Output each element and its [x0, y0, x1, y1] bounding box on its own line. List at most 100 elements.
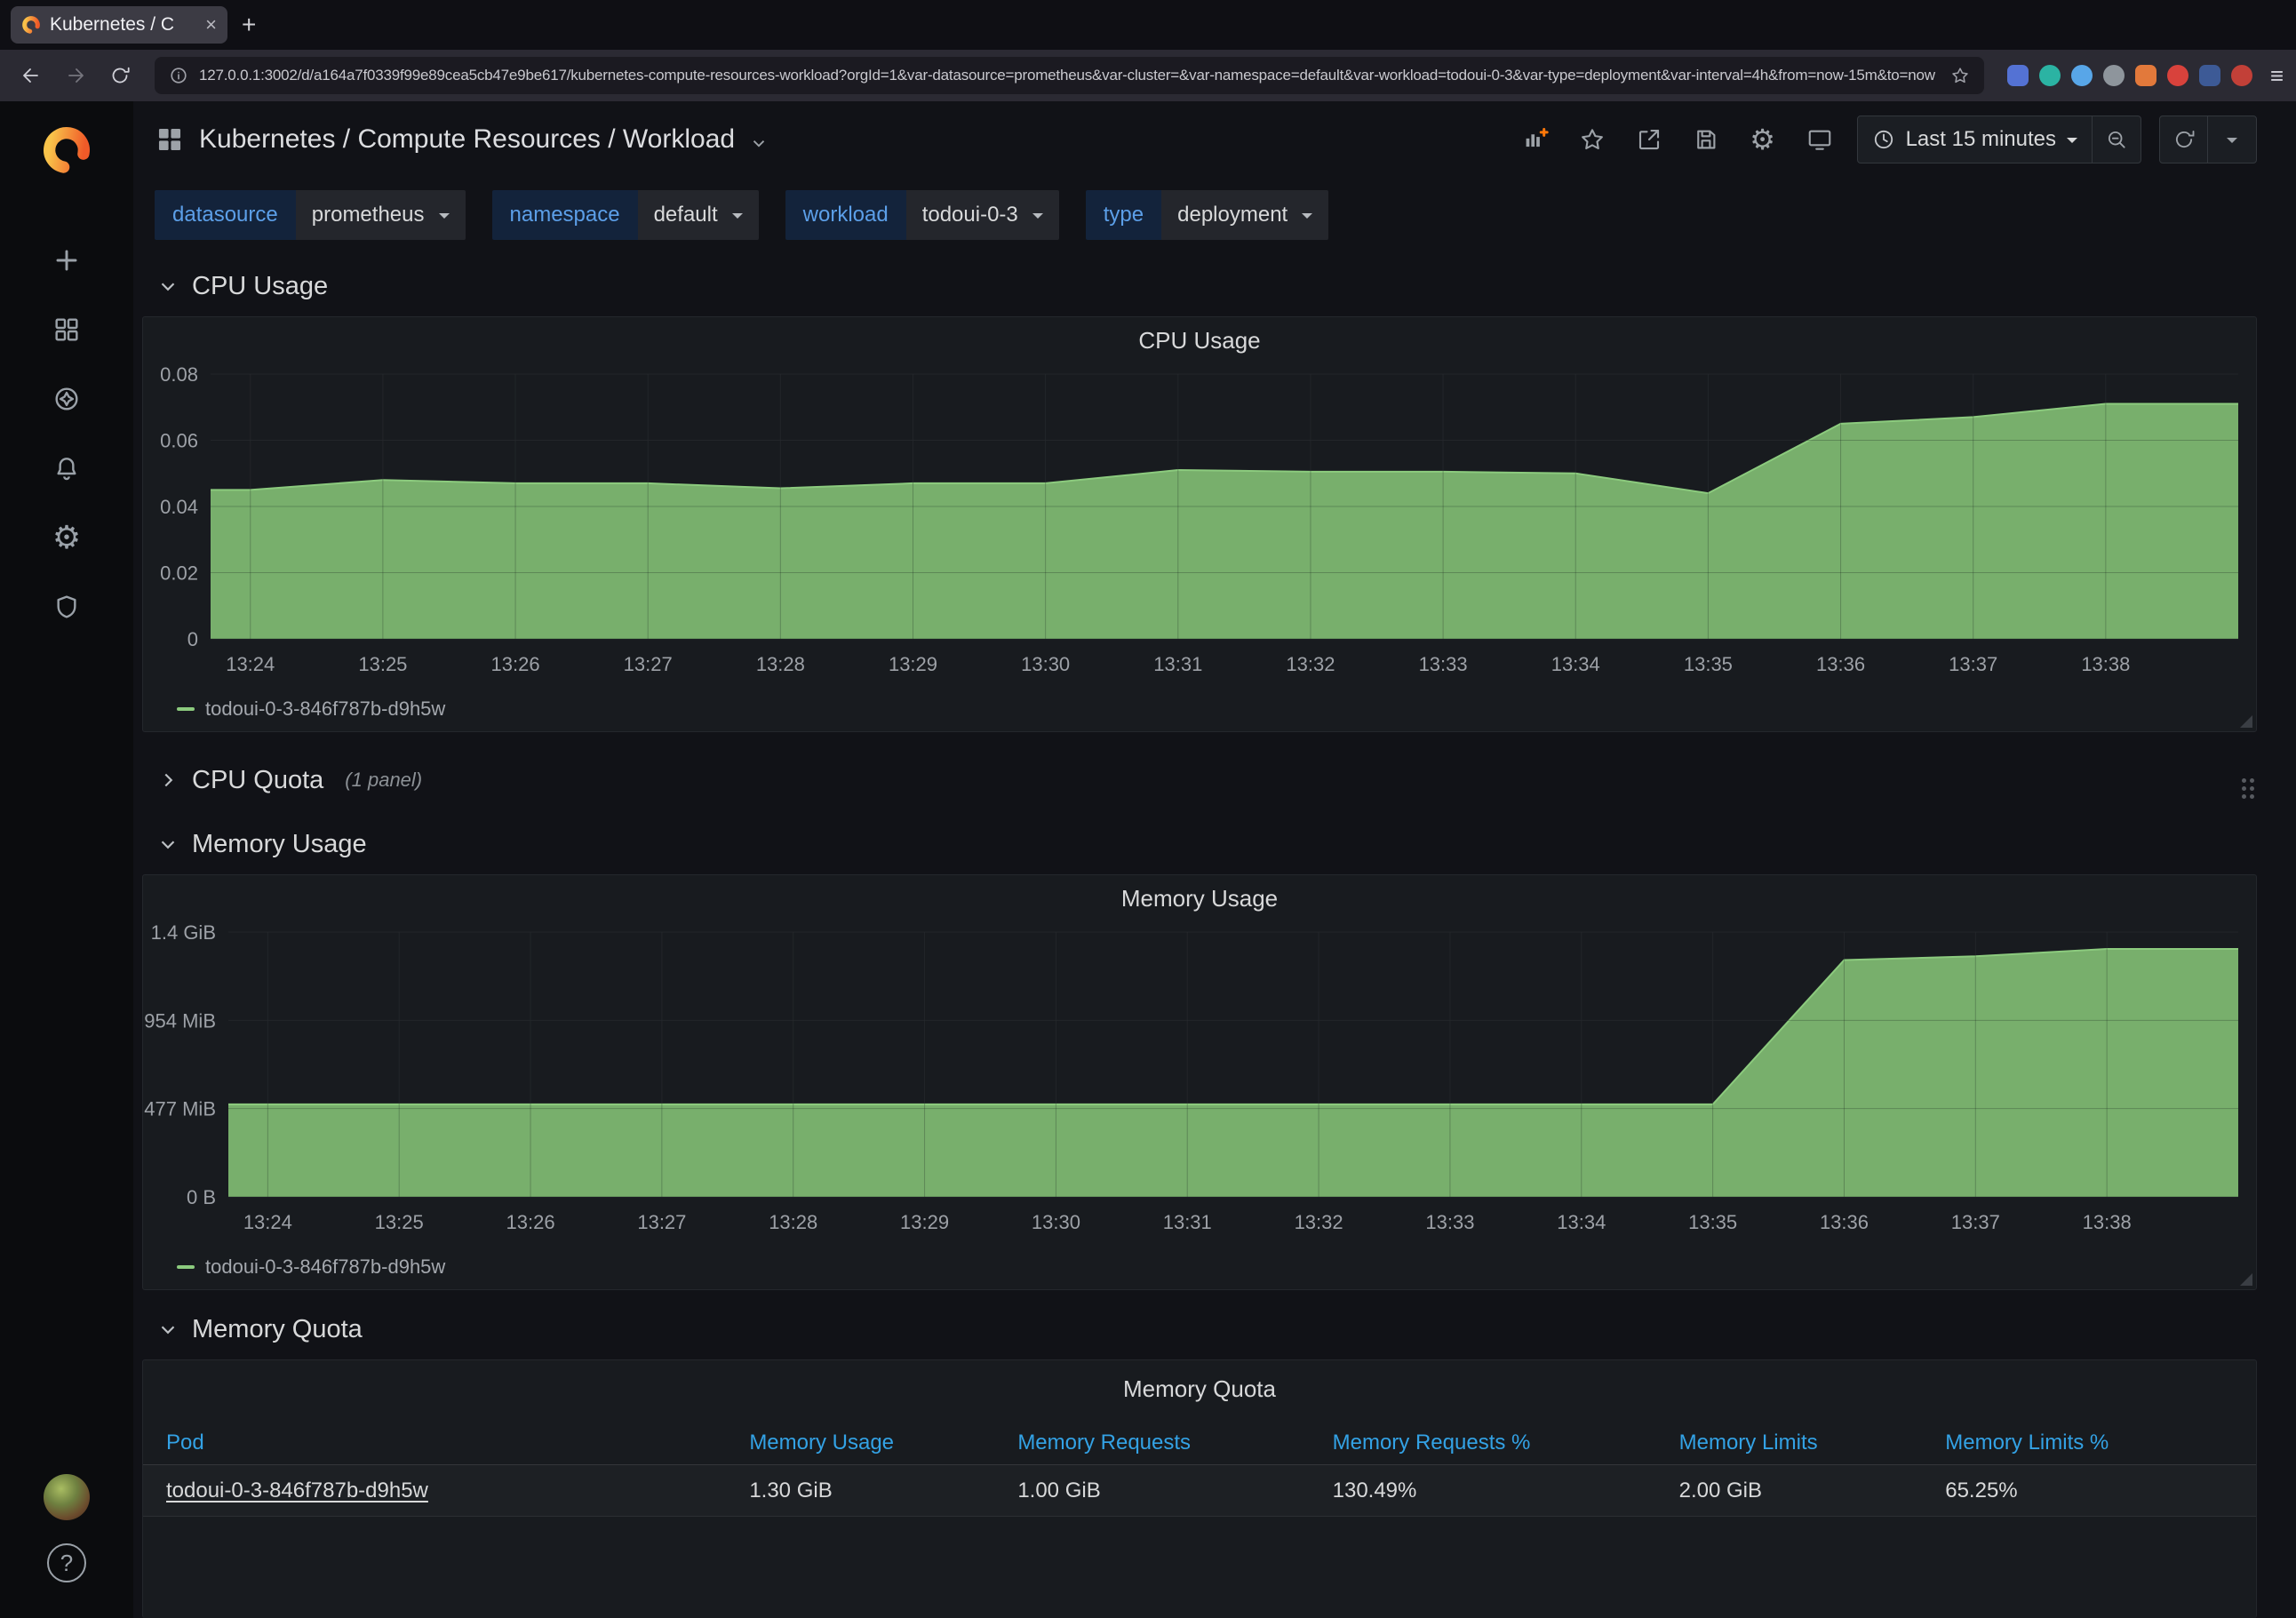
extension-icon[interactable] — [2103, 65, 2125, 86]
drag-handle-icon[interactable] — [2242, 778, 2246, 783]
forward-button[interactable] — [57, 57, 94, 94]
zoom-out-button[interactable] — [2093, 116, 2141, 163]
table-cell-memory-requests-pct: 130.49% — [1310, 1465, 1656, 1517]
sidebar-alerting-bell-icon[interactable] — [0, 434, 133, 503]
refresh-group — [2159, 116, 2257, 163]
time-range-picker[interactable]: Last 15 minutes — [1858, 116, 2093, 163]
reload-button[interactable] — [101, 57, 139, 94]
svg-text:13:26: 13:26 — [506, 1211, 555, 1233]
svg-text:13:37: 13:37 — [1949, 653, 1997, 675]
variable-value-dropdown[interactable]: prometheus — [296, 190, 466, 240]
save-button[interactable] — [1686, 120, 1726, 159]
grafana-logo[interactable] — [41, 124, 92, 176]
url-bar[interactable]: 127.0.0.1:3002/d/a164a7f0339f99e89cea5cb… — [155, 57, 1984, 94]
memory-usage-chart[interactable]: 0 B477 MiB954 MiB1.4 GiB13:2413:2513:261… — [143, 921, 2256, 1247]
variable-label: type — [1086, 190, 1161, 240]
section-cpu-quota[interactable]: CPU Quota (1 panel) — [142, 755, 2257, 805]
user-avatar[interactable] — [44, 1474, 90, 1520]
cpu-usage-panel[interactable]: CPU Usage 00.020.040.060.0813:2413:2513:… — [142, 316, 2257, 732]
share-button[interactable] — [1630, 120, 1669, 159]
legend-series-name[interactable]: todoui-0-3-846f787b-d9h5w — [205, 697, 445, 721]
tab-close-icon[interactable]: × — [205, 13, 217, 36]
caret-down-icon — [2067, 138, 2077, 148]
extension-icon[interactable] — [2135, 65, 2156, 86]
column-header-memory-limits[interactable]: Memory Limits — [1656, 1421, 1923, 1465]
legend-series-name[interactable]: todoui-0-3-846f787b-d9h5w — [205, 1255, 445, 1279]
sidebar-create-icon[interactable] — [0, 226, 133, 295]
caret-down-icon — [1302, 213, 1312, 224]
sidebar-admin-shield-icon[interactable] — [0, 572, 133, 642]
memory-usage-panel[interactable]: Memory Usage 0 B477 MiB954 MiB1.4 GiB13:… — [142, 874, 2257, 1290]
browser-tab[interactable]: Kubernetes / C × — [11, 6, 227, 44]
time-picker-group: Last 15 minutes — [1857, 116, 2141, 163]
chart-legend[interactable]: todoui-0-3-846f787b-d9h5w — [143, 689, 2256, 729]
panel-resize-handle[interactable] — [2240, 715, 2252, 728]
panel-resize-handle[interactable] — [2240, 1273, 2252, 1286]
svg-text:954 MiB: 954 MiB — [144, 1009, 216, 1032]
cycle-view-button[interactable] — [1800, 120, 1839, 159]
caret-down-icon — [1032, 213, 1043, 224]
panel-title[interactable]: CPU Usage — [143, 317, 2256, 363]
chevron-down-icon[interactable] — [749, 133, 769, 153]
help-icon[interactable]: ? — [47, 1543, 86, 1582]
extension-icon[interactable] — [2199, 65, 2220, 86]
memory-quota-panel[interactable]: Memory Quota Pod Memory Usage Memory Req… — [142, 1359, 2257, 1618]
new-tab-button[interactable]: + — [242, 11, 256, 39]
section-memory-usage[interactable]: Memory Usage — [142, 819, 2257, 869]
panel-title[interactable]: Memory Quota — [143, 1360, 2256, 1417]
site-info-icon[interactable] — [169, 66, 188, 85]
variable-value-dropdown[interactable]: deployment — [1161, 190, 1328, 240]
help-glyph: ? — [60, 1550, 73, 1577]
variable-value-dropdown[interactable]: todoui-0-3 — [906, 190, 1059, 240]
svg-text:13:32: 13:32 — [1295, 1211, 1343, 1233]
browser-tab-bar: Kubernetes / C × + — [0, 0, 2296, 50]
dashboard-title[interactable]: Kubernetes / Compute Resources / Workloa… — [199, 124, 735, 155]
section-cpu-usage[interactable]: CPU Usage — [142, 261, 2257, 311]
refresh-button[interactable] — [2160, 116, 2208, 163]
browser-menu-icon[interactable]: ≡ — [2270, 62, 2284, 90]
add-panel-button[interactable] — [1516, 120, 1555, 159]
back-button[interactable] — [12, 57, 50, 94]
svg-text:13:27: 13:27 — [637, 1211, 686, 1233]
extension-icon[interactable] — [2231, 65, 2252, 86]
extension-icon[interactable] — [2007, 65, 2029, 86]
column-header-memory-requests[interactable]: Memory Requests — [994, 1421, 1309, 1465]
refresh-interval-dropdown[interactable] — [2208, 116, 2256, 163]
variable-value: prometheus — [312, 203, 425, 227]
svg-text:13:33: 13:33 — [1419, 653, 1468, 675]
table-cell-pod-link[interactable]: todoui-0-3-846f787b-d9h5w — [143, 1465, 726, 1517]
dashboard-settings-button[interactable]: ⚙ — [1743, 120, 1782, 159]
sidebar-explore-compass-icon[interactable] — [0, 364, 133, 434]
chevron-down-icon — [156, 275, 179, 298]
star-button[interactable] — [1573, 120, 1612, 159]
section-title: Memory Usage — [192, 830, 367, 859]
apps-grid-icon[interactable] — [155, 124, 185, 155]
sidebar-dashboards-icon[interactable] — [0, 295, 133, 364]
table-cell-memory-limits-pct: 65.25% — [1922, 1465, 2256, 1517]
column-header-memory-limits-pct[interactable]: Memory Limits % — [1922, 1421, 2256, 1465]
time-range-label: Last 15 minutes — [1906, 127, 2056, 152]
chart-legend[interactable]: todoui-0-3-846f787b-d9h5w — [143, 1247, 2256, 1287]
svg-text:13:33: 13:33 — [1425, 1211, 1474, 1233]
section-panel-count: (1 panel) — [345, 769, 422, 792]
caret-down-icon — [732, 213, 743, 224]
extension-icon[interactable] — [2039, 65, 2061, 86]
variable-value-dropdown[interactable]: default — [638, 190, 759, 240]
cpu-usage-chart[interactable]: 00.020.040.060.0813:2413:2513:2613:2713:… — [143, 363, 2256, 689]
svg-text:1.4 GiB: 1.4 GiB — [151, 921, 216, 944]
svg-text:13:35: 13:35 — [1684, 653, 1733, 675]
svg-text:13:28: 13:28 — [769, 1211, 817, 1233]
svg-text:13:24: 13:24 — [226, 653, 275, 675]
panel-title[interactable]: Memory Usage — [143, 875, 2256, 921]
column-header-memory-requests-pct[interactable]: Memory Requests % — [1310, 1421, 1656, 1465]
variable-chip-namespace: namespace default — [492, 190, 759, 240]
column-header-memory-usage[interactable]: Memory Usage — [726, 1421, 994, 1465]
column-header-pod[interactable]: Pod — [143, 1421, 726, 1465]
extension-icon[interactable] — [2167, 65, 2188, 86]
bookmark-star-icon[interactable] — [1950, 66, 1970, 85]
sidebar-configuration-gear-icon[interactable]: ⚙ — [0, 503, 133, 572]
svg-text:0.04: 0.04 — [160, 496, 198, 518]
svg-text:13:26: 13:26 — [491, 653, 540, 675]
section-memory-quota[interactable]: Memory Quota — [142, 1304, 2257, 1354]
extension-icon[interactable] — [2071, 65, 2093, 86]
